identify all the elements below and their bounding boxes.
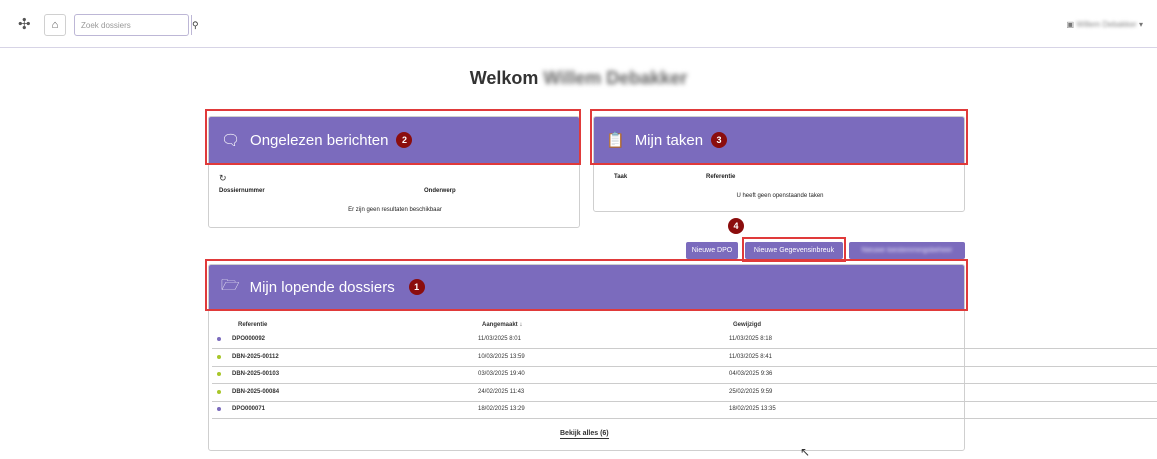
table-row[interactable]: DBN-2025-00084 24/02/2025 11:43 25/02/2025… [212,385,1157,402]
status-dot [217,337,221,341]
third-action-label: Nieuwe toestemmingsbeheer [861,247,953,254]
col-subject: Onderwerp [424,188,456,194]
dossier-reference[interactable]: DBN-2025-00103 [232,371,279,377]
dossier-modified: 11/03/2025 8:18 [729,336,772,342]
table-row[interactable]: DPO000092 11/03/2025 8:01 11/03/2025 8:18 [212,332,1157,349]
user-menu[interactable]: ▣ Willem Debakker ▾ [1066,20,1143,29]
welcome-prefix: Welkom [469,68,539,88]
user-name: Willem Debakker [1076,20,1137,29]
dossier-created: 03/03/2025 19:40 [478,371,525,377]
status-dot [217,372,221,376]
refresh-icon[interactable]: ↻ [219,173,227,184]
chevron-down-icon: ▾ [1138,20,1143,29]
col-dossier-number: Dossiernummer [219,188,265,194]
table-row[interactable]: DPO000071 18/02/2025 13:29 18/02/2025 13:3… [212,402,1157,419]
third-action-button[interactable]: Nieuwe toestemmingsbeheer [849,242,965,259]
dossier-modified: 18/02/2025 13:35 [729,406,776,412]
search-input[interactable] [75,15,191,35]
dossier-modified: 25/02/2025 9:59 [729,388,773,395]
dossier-created: 18/02/2025 13:29 [478,406,525,412]
status-dot [217,407,221,411]
status-dot [217,389,221,394]
highlight-box-messages [205,109,581,165]
search-icon[interactable]: ⚲ [191,15,199,35]
dossier-reference[interactable]: DPO000071 [232,406,265,412]
dossier-modified: 04/03/2025 9:36 [729,371,773,377]
dossier-reference[interactable]: DPO000092 [232,336,265,342]
messages-empty-text: Er zijn geen resultaten beschikbaar [348,207,442,213]
highlight-box-dossiers [205,259,968,311]
dossier-created: 24/02/2025 11:43 [478,388,525,395]
top-navigation-bar: ✣ ⌂ ⚲ ▣ Willem Debakker ▾ [0,0,1157,48]
badge-4: 4 [728,218,744,234]
table-row[interactable]: DBN-2025-00112 10/03/2025 13:59 11/03/2025… [212,350,1157,367]
user-avatar-icon: ▣ [1066,20,1075,29]
col-created-sort[interactable]: Aangemaakt ↓ [482,322,522,328]
table-row[interactable]: DBN-2025-00103 03/03/2025 19:40 04/03/2025… [212,367,1157,384]
app-logo-icon[interactable]: ✣ [18,16,36,34]
home-button[interactable]: ⌂ [44,14,66,36]
dossier-reference[interactable]: DBN-2025-00084 [232,389,279,395]
new-dpo-button[interactable]: Nieuwe DPO [686,242,738,259]
status-dot [217,354,221,359]
welcome-user-name: Willem Debakker [543,68,688,88]
highlight-box-tasks [590,109,968,165]
dossier-modified: 11/03/2025 8:41 [729,353,772,360]
col-task: Taak [614,174,628,180]
search-box: ⚲ [74,14,199,36]
col-dossier-reference[interactable]: Referentie [238,322,267,328]
dossier-created: 11/03/2025 8:01 [478,336,521,342]
view-all-link[interactable]: Bekijk alles (6) [560,430,609,439]
tasks-empty-text: U heeft geen openstaande taken [736,193,824,199]
col-modified[interactable]: Gewijzigd [733,322,761,328]
home-icon: ⌂ [51,19,59,31]
dossier-created: 10/03/2025 13:59 [478,353,525,360]
col-reference: Referentie [706,174,736,180]
dossier-reference[interactable]: DBN-2025-00112 [232,354,279,360]
page-title: Welkom Willem Debakker [0,68,1157,89]
